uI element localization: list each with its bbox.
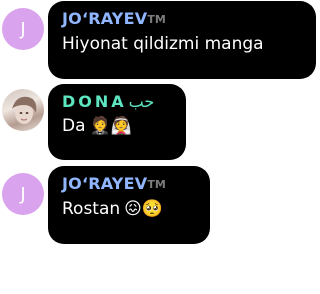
sender-name-text: JO‘RAYEV xyxy=(62,9,148,28)
sender-name[interactable]: JO‘RAYEVTM xyxy=(62,174,196,195)
message-text-row: Rostan 😖🥺 xyxy=(62,197,196,221)
sender-name[interactable]: JO‘RAYEVTM xyxy=(62,9,302,30)
message-bubble[interactable]: JO‘RAYEVTM Hiyonat qildizmi manga xyxy=(48,1,316,79)
message-bubble[interactable]: JO‘RAYEVTM Rostan 😖🥺 xyxy=(48,166,210,244)
sender-badge: TM xyxy=(147,178,166,191)
sender-name-text: DONA xyxy=(62,92,127,111)
sender-name-extra: حب xyxy=(128,92,155,111)
avatar[interactable]: J xyxy=(2,173,44,215)
message-text: Da xyxy=(62,116,86,136)
message-bubble[interactable]: DONA حب Da 🤵👰 xyxy=(48,84,186,160)
avatar-letter: J xyxy=(20,18,26,40)
message-text: Hiyonat qildizmi manga xyxy=(62,34,264,54)
avatar-letter: J xyxy=(20,183,26,205)
sender-name-text: JO‘RAYEV xyxy=(62,174,148,193)
avatar[interactable]: J xyxy=(2,8,44,50)
avatar[interactable] xyxy=(2,89,44,131)
emoji-confounded-pleading-icon: 😖🥺 xyxy=(124,199,164,219)
message-text: Rostan xyxy=(62,199,121,219)
sender-badge: TM xyxy=(147,13,166,26)
profile-photo-icon xyxy=(12,96,37,124)
sender-name[interactable]: DONA حب xyxy=(62,92,172,112)
emoji-groom-bride-icon: 🤵👰 xyxy=(89,116,132,136)
message-text-row: Da 🤵👰 xyxy=(62,114,172,138)
